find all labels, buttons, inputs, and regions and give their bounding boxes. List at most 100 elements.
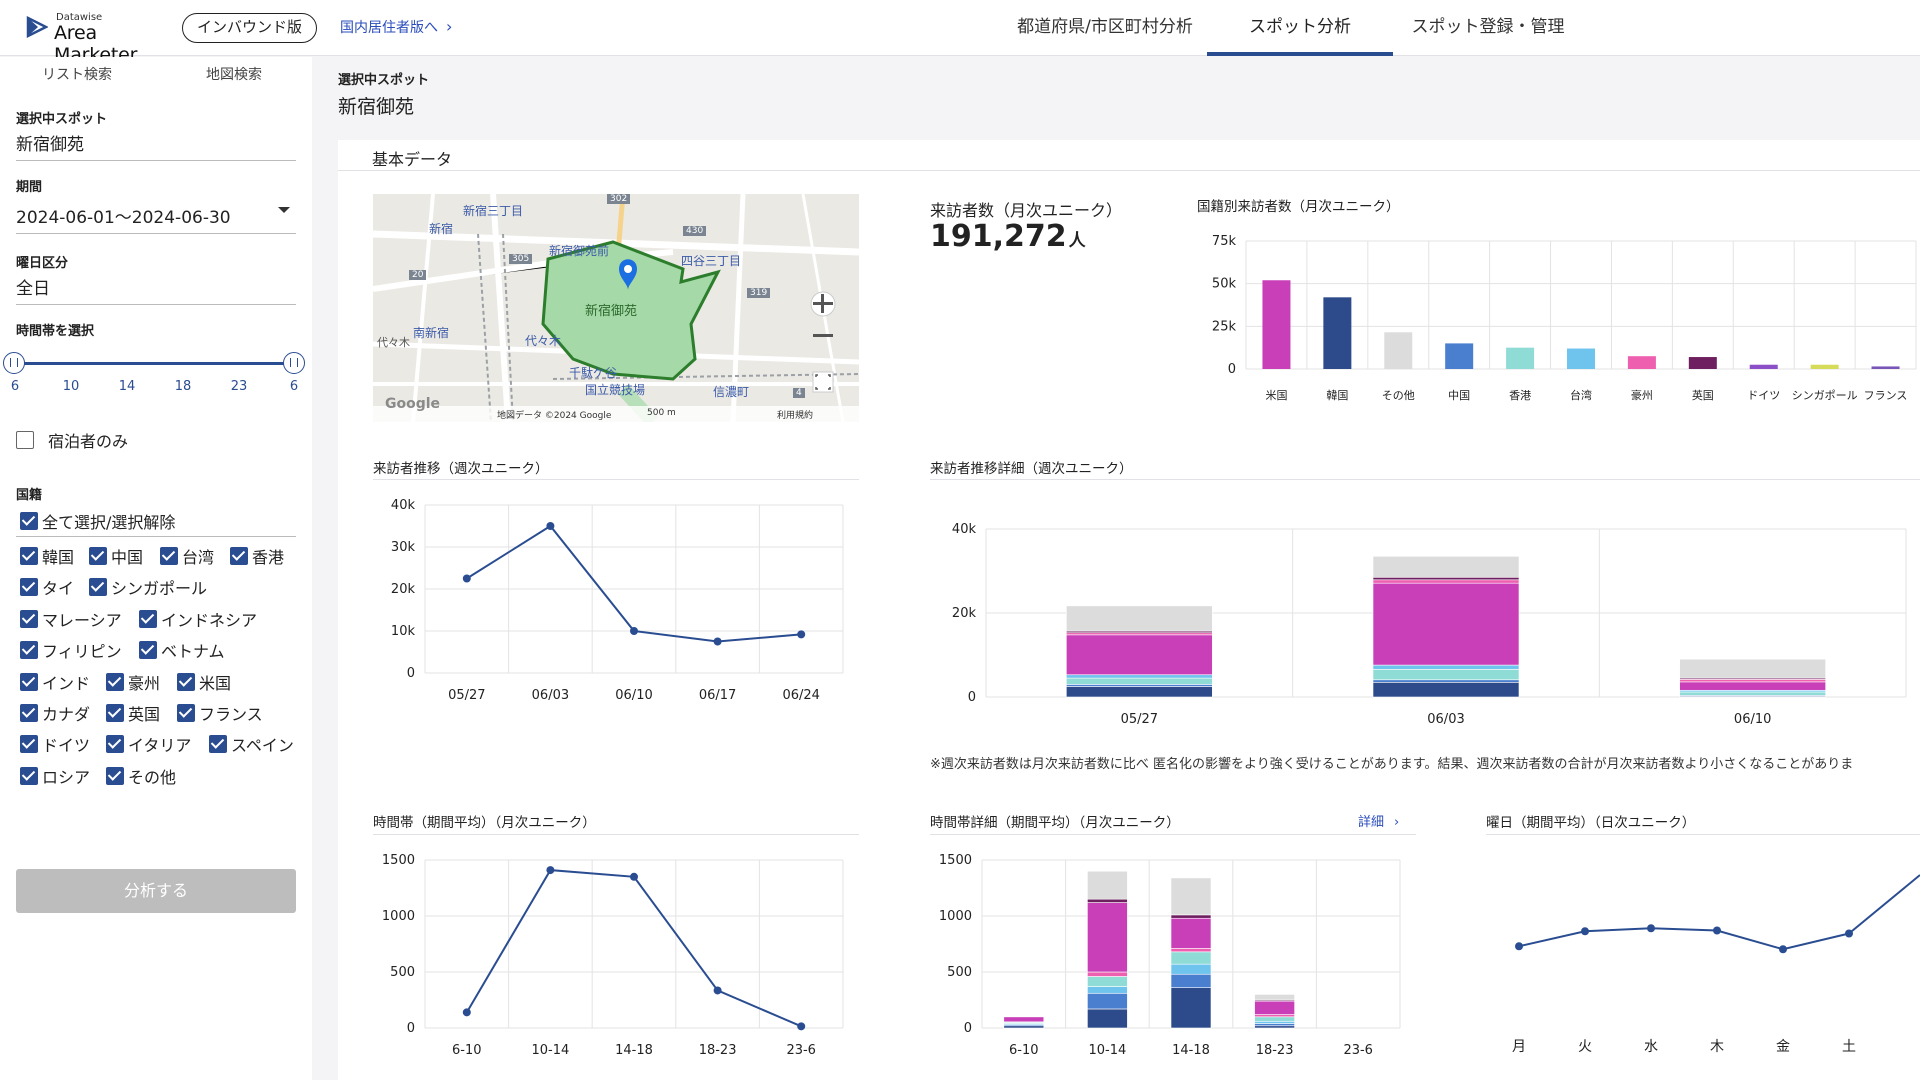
weekly-line-chart: 0 10k 20k 30k 40k 05/27 06/03 06/10 06/17 06/24 [391, 498, 844, 703]
map-terms-link[interactable]: 利用規約 [777, 408, 813, 421]
x-tick-label: 6-10 [1009, 1043, 1039, 1058]
country-checkbox-india[interactable]: インド [20, 670, 90, 694]
country-checkbox-spain[interactable]: スペイン [209, 732, 294, 756]
data-line [1518, 927, 1850, 951]
country-checkbox-uk[interactable]: 英国 [106, 701, 160, 725]
tab-spot-management[interactable]: スポット登録・管理 [1393, 0, 1583, 56]
select-all-label: 全て選択/選択解除 [42, 513, 176, 532]
x-tick-label: 06/10 [1734, 712, 1771, 727]
country-checkbox-germany[interactable]: ドイツ [20, 732, 90, 756]
x-tick-label: 06/10 [615, 688, 652, 703]
map-attribution: 地図データ ©2024 Google [497, 411, 612, 421]
stacked-bar-segment [1170, 877, 1212, 916]
time-tick: 14 [118, 379, 136, 394]
select-all-checkbox[interactable]: 全て選択/選択解除 [20, 509, 175, 533]
slider-handle-start[interactable] [3, 352, 25, 374]
country-label: ドイツ [42, 736, 91, 755]
data-point [630, 872, 638, 881]
country-checkbox-korea[interactable]: 韓国 [20, 544, 74, 568]
x-tick-label: 23-6 [786, 1043, 816, 1058]
country-checkbox-philippines[interactable]: フィリピン [20, 638, 122, 662]
checkbox-checked-icon [20, 547, 38, 565]
edition-badge[interactable]: インバウンド版 [182, 13, 318, 43]
country-checkbox-taiwan[interactable]: 台湾 [160, 544, 214, 568]
country-checkbox-other[interactable]: その他 [106, 764, 176, 788]
y-tick-label: 40k [391, 498, 416, 513]
bar [1506, 347, 1535, 369]
map-label: 新宿御苑 [585, 304, 638, 319]
checkbox-checked-icon [139, 641, 157, 659]
bar [1810, 364, 1839, 369]
tab-list-search[interactable]: リスト検索 [42, 64, 112, 84]
country-checkbox-canada[interactable]: カナダ [20, 701, 90, 725]
tab-spot-analysis[interactable]: スポット分析 [1207, 0, 1393, 56]
country-checkbox-china[interactable]: 中国 [89, 544, 143, 568]
app-logo[interactable]: Datawise Area Marketer [26, 12, 176, 66]
time-range-slider[interactable] [14, 362, 296, 365]
hourly-detail-link[interactable]: 詳細 › [1358, 811, 1399, 830]
analyze-button[interactable]: 分析する [16, 869, 296, 913]
y-tick-label: 1500 [382, 853, 415, 868]
map-label: 新宿三丁目 [463, 204, 524, 218]
data-point [546, 866, 555, 875]
x-tick-label: 10-14 [1089, 1043, 1127, 1058]
checkbox-checked-icon [20, 641, 38, 659]
stacked-bar-segment [1170, 963, 1212, 975]
data-point [546, 522, 555, 530]
stay-only-checkbox[interactable]: 宿泊者のみ [16, 428, 128, 452]
slider-handle-end[interactable] [283, 352, 305, 374]
weekly-chart-title: 来訪者推移（週次ユニーク） [373, 461, 549, 477]
domestic-version-link[interactable]: 国内居住者版へ › [340, 17, 452, 37]
y-tick-label: 0 [1228, 362, 1236, 377]
stacked-bar-segment [1372, 582, 1520, 666]
country-checkbox-usa[interactable]: 米国 [177, 670, 231, 694]
period-select[interactable]: 2024-06-01〜2024-06-30 [16, 203, 296, 234]
country-checkbox-thailand[interactable]: タイ [20, 575, 74, 599]
tab-map-search[interactable]: 地図検索 [206, 64, 262, 84]
divider [930, 479, 1920, 480]
country-checkbox-indonesia[interactable]: インドネシア [139, 607, 257, 631]
tab-prefecture-analysis[interactable]: 都道府県/市区町村分析 [1000, 0, 1210, 56]
country-checkbox-malaysia[interactable]: マレーシア [20, 607, 122, 631]
spot-map[interactable]: 新宿三丁目 新宿 新宿御苑前 四谷三丁目 新宿御苑 南新宿 代々木 千駄ケ谷 国… [373, 194, 859, 422]
x-tick-label: 18-23 [699, 1043, 737, 1058]
country-checkbox-australia[interactable]: 豪州 [106, 670, 160, 694]
period-label: 期間 [16, 180, 43, 195]
weekday-field[interactable]: 全日 [16, 274, 296, 305]
stacked-bar-segment [1372, 679, 1520, 683]
domestic-link-label: 国内居住者版へ [340, 20, 438, 36]
stacked-bar-segment [1087, 898, 1128, 903]
country-label: 香港 [252, 548, 285, 567]
country-checkbox-russia[interactable]: ロシア [20, 764, 90, 788]
x-tick-label: 豪州 [1631, 388, 1653, 402]
map-label: 千駄ケ谷 [569, 366, 618, 380]
country-label: カナダ [42, 705, 91, 724]
country-label: インド [42, 674, 91, 693]
dropdown-arrow-icon [278, 207, 290, 213]
hourly-line-chart: 0 500 1000 1500 6-10 10-14 14-18 18-23 23-6 [382, 853, 844, 1058]
checkbox-checked-icon [230, 547, 248, 565]
data-point [1647, 924, 1655, 933]
x-tick-label: ドイツ [1747, 389, 1780, 402]
y-tick-label: 1000 [939, 909, 972, 924]
country-checkbox-singapore[interactable]: シンガポール [89, 575, 207, 599]
spot-field[interactable]: 新宿御苑 [16, 130, 296, 161]
stacked-bar-segment [1170, 917, 1212, 949]
checkbox-checked-icon [139, 610, 157, 628]
x-tick-label: 香港 [1509, 389, 1531, 402]
x-tick-label: 台湾 [1570, 388, 1592, 402]
country-checkbox-france[interactable]: フランス [177, 701, 263, 725]
x-tick-label: 6-10 [452, 1043, 482, 1058]
detail-link-label: 詳細 [1358, 815, 1385, 830]
stacked-bar-segment [1372, 664, 1520, 670]
stacked-bar-segment [1170, 914, 1212, 919]
stacked-bar-segment [1170, 948, 1212, 953]
country-checkbox-italy[interactable]: イタリア [106, 732, 191, 756]
country-checkbox-vietnam[interactable]: ベトナム [139, 638, 225, 662]
route-marker: 319 [747, 288, 771, 298]
country-checkbox-hongkong[interactable]: 香港 [230, 544, 284, 568]
route-marker: 20 [409, 270, 427, 280]
checkbox-checked-icon [177, 704, 195, 722]
bar [1384, 332, 1413, 369]
map-label: 代々木 [525, 334, 562, 348]
